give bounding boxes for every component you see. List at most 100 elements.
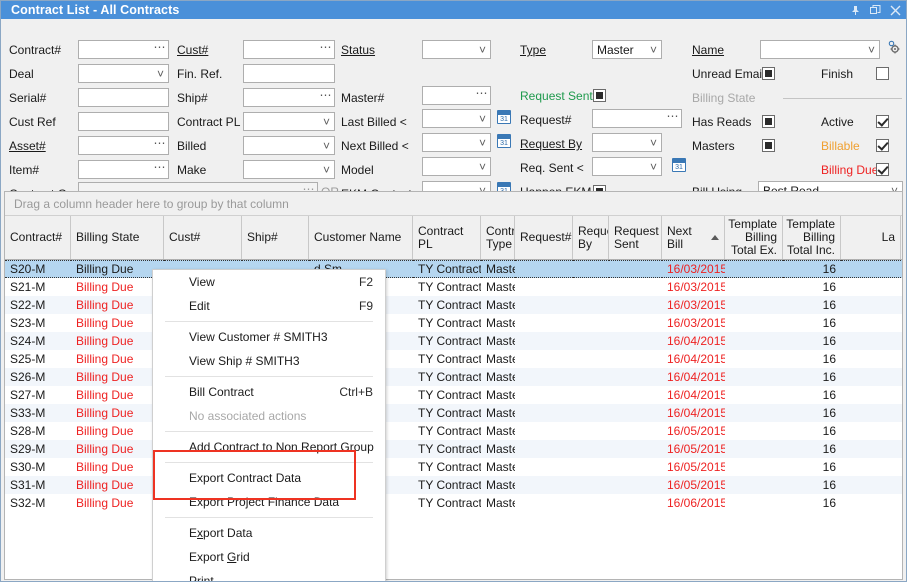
request-no-input[interactable]: ⋯ <box>592 109 682 128</box>
chevron-down-icon[interactable]: ˅ <box>475 136 490 150</box>
table-row[interactable]: S33-MBilling Dued SmTY ContractMaster16/… <box>5 404 902 422</box>
table-row[interactable]: S26-MBilling Dued SmTY ContractMaster16/… <box>5 368 902 386</box>
ellipsis-icon[interactable]: ⋯ <box>665 112 681 125</box>
finish-checkbox[interactable] <box>876 67 889 80</box>
ellipsis-icon[interactable]: ⋯ <box>318 43 334 56</box>
calendar-icon[interactable]: 31 <box>497 134 511 148</box>
menu-item[interactable]: View Customer # SMITH3 <box>153 325 385 349</box>
deal-select[interactable]: ˅ <box>78 64 169 83</box>
grid-column-header[interactable]: Customer Name <box>309 216 413 259</box>
type-select[interactable]: Master ˅ <box>592 40 662 59</box>
item-no-input[interactable]: ⋯ <box>78 160 169 179</box>
chevron-down-icon[interactable]: ˅ <box>319 163 334 177</box>
status-select[interactable]: ˅ <box>422 40 491 59</box>
chevron-down-icon[interactable]: ˅ <box>475 160 490 174</box>
master-no-input[interactable]: ⋯ <box>422 86 491 105</box>
unread-email-checkbox[interactable] <box>762 67 775 80</box>
table-row[interactable]: S31-MBilling Dued SmTY ContractMaster16/… <box>5 476 902 494</box>
calendar-icon[interactable]: 31 <box>672 158 686 172</box>
request-by-select[interactable]: ˅ <box>592 133 662 152</box>
masters-checkbox[interactable] <box>762 139 775 152</box>
request-sent-checkbox[interactable] <box>593 89 606 102</box>
billable-checkbox[interactable] <box>876 139 889 152</box>
fin-ref-input[interactable] <box>243 64 335 83</box>
table-row[interactable]: S20-MBilling Dued SmTY ContractMaster16/… <box>5 260 902 278</box>
grid-column-header[interactable]: Next Bill <box>662 216 725 259</box>
table-row[interactable]: S25-MBilling Dued SmTY ContractMaster16/… <box>5 350 902 368</box>
serial-no-input[interactable] <box>78 88 169 107</box>
table-cell: S33-M <box>5 404 71 422</box>
has-reads-checkbox[interactable] <box>762 115 775 128</box>
cust-ref-input[interactable] <box>78 112 169 131</box>
table-row[interactable]: S22-MBilling Dued SmTY ContractMaster16/… <box>5 296 902 314</box>
model-select[interactable]: ˅ <box>422 157 491 176</box>
chevron-down-icon[interactable]: ˅ <box>475 112 490 126</box>
menu-item[interactable]: Print <box>153 569 385 582</box>
menu-item[interactable]: Export Grid <box>153 545 385 569</box>
calendar-icon[interactable]: 31 <box>497 110 511 124</box>
table-row[interactable]: S32-MBilling Dued SmTY ContractMaster16/… <box>5 494 902 512</box>
grid-column-header[interactable]: La <box>841 216 901 259</box>
ellipsis-icon[interactable]: ⋯ <box>318 91 334 104</box>
gear-icon[interactable] <box>885 39 901 58</box>
menu-item[interactable]: Export Project Finance Data <box>153 490 385 514</box>
table-row[interactable]: S27-MBilling Dued SmTY ContractMaster16/… <box>5 386 902 404</box>
table-row[interactable]: S21-MBilling Dued SmTY ContractMaster16/… <box>5 278 902 296</box>
table-cell <box>515 314 573 332</box>
billed-select[interactable]: ˅ <box>243 136 335 155</box>
ellipsis-icon[interactable]: ⋯ <box>152 139 168 152</box>
grid-column-header[interactable]: Cust# <box>164 216 242 259</box>
next-billed-select[interactable]: ˅ <box>422 133 491 152</box>
grid-column-header[interactable]: Contract# <box>5 216 71 259</box>
table-row[interactable]: S24-MBilling Dued SmTY ContractMaster16/… <box>5 332 902 350</box>
grid-column-header[interactable]: Template Billing Total Ex. <box>725 216 783 259</box>
chevron-down-icon[interactable]: ˅ <box>646 160 661 174</box>
ellipsis-icon[interactable]: ⋯ <box>152 163 168 176</box>
grid-column-header[interactable]: Billing State <box>71 216 164 259</box>
menu-item[interactable]: Export Contract Data <box>153 466 385 490</box>
active-checkbox[interactable] <box>876 115 889 128</box>
table-row[interactable]: S23-MBilling Dued SmTY ContractMaster16/… <box>5 314 902 332</box>
contract-pl-select[interactable]: ˅ <box>243 112 335 131</box>
grid-column-header[interactable]: Request Sent <box>609 216 662 259</box>
table-row[interactable]: S30-MBilling Dued SmTY ContractMaster16/… <box>5 458 902 476</box>
sort-ascending-icon[interactable] <box>711 235 719 240</box>
close-icon[interactable] <box>886 2 904 18</box>
menu-item[interactable]: ViewF2 <box>153 270 385 294</box>
grid-column-header[interactable]: Request By <box>573 216 609 259</box>
menu-item[interactable]: EditF9 <box>153 294 385 318</box>
ellipsis-icon[interactable]: ⋯ <box>474 89 490 102</box>
chevron-down-icon[interactable]: ˅ <box>646 43 661 57</box>
chevron-down-icon[interactable]: ˅ <box>319 139 334 153</box>
asset-no-input[interactable]: ⋯ <box>78 136 169 155</box>
pin-icon[interactable] <box>846 2 864 18</box>
chevron-down-icon[interactable]: ˅ <box>475 43 490 57</box>
billing-due-checkbox[interactable] <box>876 163 889 176</box>
chevron-down-icon[interactable]: ˅ <box>646 136 661 150</box>
make-select[interactable]: ˅ <box>243 160 335 179</box>
table-row[interactable]: S29-MBilling Dued SmTY ContractMaster16/… <box>5 440 902 458</box>
group-panel[interactable]: Drag a column header here to group by th… <box>5 192 902 216</box>
context-menu[interactable]: ViewF2EditF9 View Customer # SMITH3View S… <box>152 269 386 582</box>
chevron-down-icon[interactable]: ˅ <box>153 67 168 81</box>
grid-column-header[interactable]: Template Billing Total Inc. <box>783 216 841 259</box>
menu-item[interactable]: Export Data <box>153 521 385 545</box>
restore-icon[interactable] <box>866 2 884 18</box>
cust-no-input[interactable]: ⋯ <box>243 40 335 59</box>
name-select[interactable]: ˅ <box>760 40 880 59</box>
grid-column-header[interactable]: Ship# <box>242 216 309 259</box>
menu-item[interactable]: View Ship # SMITH3 <box>153 349 385 373</box>
req-sent-select[interactable]: ˅ <box>592 157 662 176</box>
chevron-down-icon[interactable]: ˅ <box>319 115 334 129</box>
contract-no-input[interactable]: ⋯ <box>78 40 169 59</box>
grid-column-header[interactable]: Contract PL <box>413 216 481 259</box>
ship-no-input[interactable]: ⋯ <box>243 88 335 107</box>
table-row[interactable]: S28-MBilling Dued SmTY ContractMaster16/… <box>5 422 902 440</box>
chevron-down-icon[interactable]: ˅ <box>864 43 879 57</box>
last-billed-select[interactable]: ˅ <box>422 109 491 128</box>
grid-column-header[interactable]: Contract Type <box>481 216 515 259</box>
menu-item[interactable]: Add Contract to Non Report Group <box>153 435 385 459</box>
grid-column-header[interactable]: Request# <box>515 216 573 259</box>
menu-item[interactable]: Bill ContractCtrl+B <box>153 380 385 404</box>
ellipsis-icon[interactable]: ⋯ <box>152 43 168 56</box>
